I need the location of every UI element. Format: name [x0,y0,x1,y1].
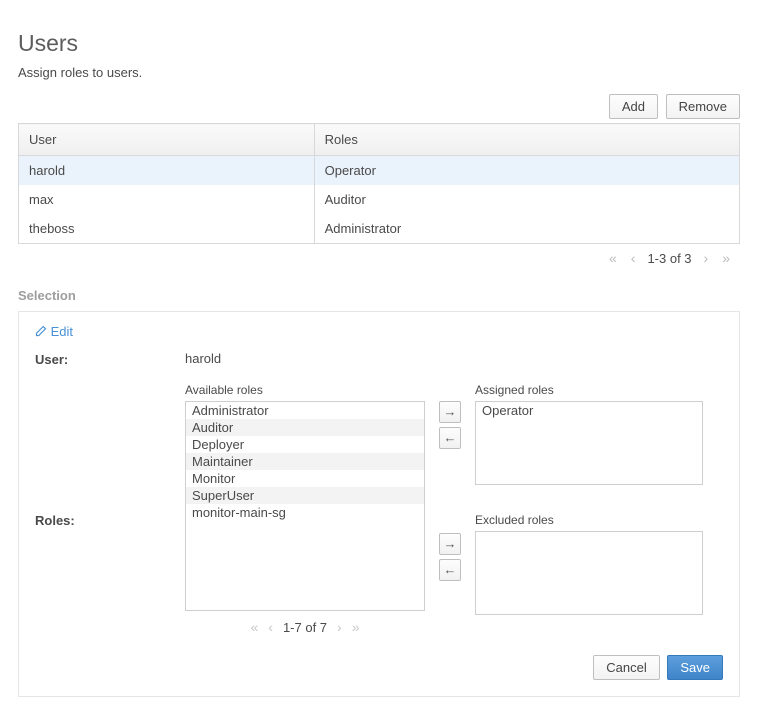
first-page-icon[interactable]: « [250,619,258,635]
cancel-button[interactable]: Cancel [593,655,659,680]
excluded-roles-label: Excluded roles [475,513,703,527]
table-paginator: « ‹ 1-3 of 3 › » [18,244,740,266]
cell-user: max [19,185,315,214]
page-range: 1-3 of 3 [647,251,691,266]
exclude-role-button[interactable]: → [439,533,461,555]
page-title: Users [18,30,740,57]
prev-page-icon[interactable]: ‹ [268,619,273,635]
arrow-right-icon: → [444,536,457,551]
remove-button[interactable]: Remove [666,94,740,119]
table-row[interactable]: theboss Administrator [19,214,740,244]
roles-field-label: Roles: [35,383,185,528]
page-subtitle: Assign roles to users. [18,65,740,80]
last-page-icon[interactable]: » [352,619,360,635]
table-row[interactable]: harold Operator [19,156,740,186]
available-roles-list[interactable]: Administrator Auditor Deployer Maintaine… [185,401,425,611]
unexclude-role-button[interactable]: ← [439,559,461,581]
available-paginator: « ‹ 1-7 of 7 › » [185,611,425,635]
next-page-icon[interactable]: › [702,250,711,266]
available-roles-label: Available roles [185,383,425,397]
assigned-roles-list[interactable]: Operator [475,401,703,485]
assigned-roles-label: Assigned roles [475,383,703,397]
last-page-icon[interactable]: » [720,250,732,266]
prev-page-icon[interactable]: ‹ [629,250,638,266]
cell-roles: Operator [314,156,739,186]
column-header-roles[interactable]: Roles [314,124,739,156]
list-item[interactable]: Auditor [186,419,424,436]
cell-user: theboss [19,214,315,244]
cell-user: harold [19,156,315,186]
selection-heading: Selection [18,288,740,303]
excluded-roles-list[interactable] [475,531,703,615]
list-item[interactable]: Operator [476,402,702,419]
unassign-role-button[interactable]: ← [439,427,461,449]
arrow-right-icon: → [444,404,457,419]
user-field-value: harold [185,351,723,367]
list-item[interactable]: Maintainer [186,453,424,470]
save-button[interactable]: Save [667,655,723,680]
next-page-icon[interactable]: › [337,619,342,635]
assign-role-button[interactable]: → [439,401,461,423]
list-item[interactable]: monitor-main-sg [186,504,424,521]
edit-icon [35,325,47,337]
arrow-left-icon: ← [444,562,457,577]
list-item[interactable]: SuperUser [186,487,424,504]
first-page-icon[interactable]: « [607,250,619,266]
arrow-left-icon: ← [444,430,457,445]
cell-roles: Administrator [314,214,739,244]
page-range: 1-7 of 7 [283,620,327,635]
cell-roles: Auditor [314,185,739,214]
list-item[interactable]: Deployer [186,436,424,453]
selection-panel: Edit User: harold Roles: Available roles… [18,311,740,697]
edit-label: Edit [51,324,73,339]
list-item[interactable]: Monitor [186,470,424,487]
add-button[interactable]: Add [609,94,658,119]
list-item[interactable]: Administrator [186,402,424,419]
user-field-label: User: [35,351,185,367]
table-row[interactable]: max Auditor [19,185,740,214]
edit-link[interactable]: Edit [35,324,723,339]
column-header-user[interactable]: User [19,124,315,156]
users-table: User Roles harold Operator max Auditor t… [18,123,740,244]
